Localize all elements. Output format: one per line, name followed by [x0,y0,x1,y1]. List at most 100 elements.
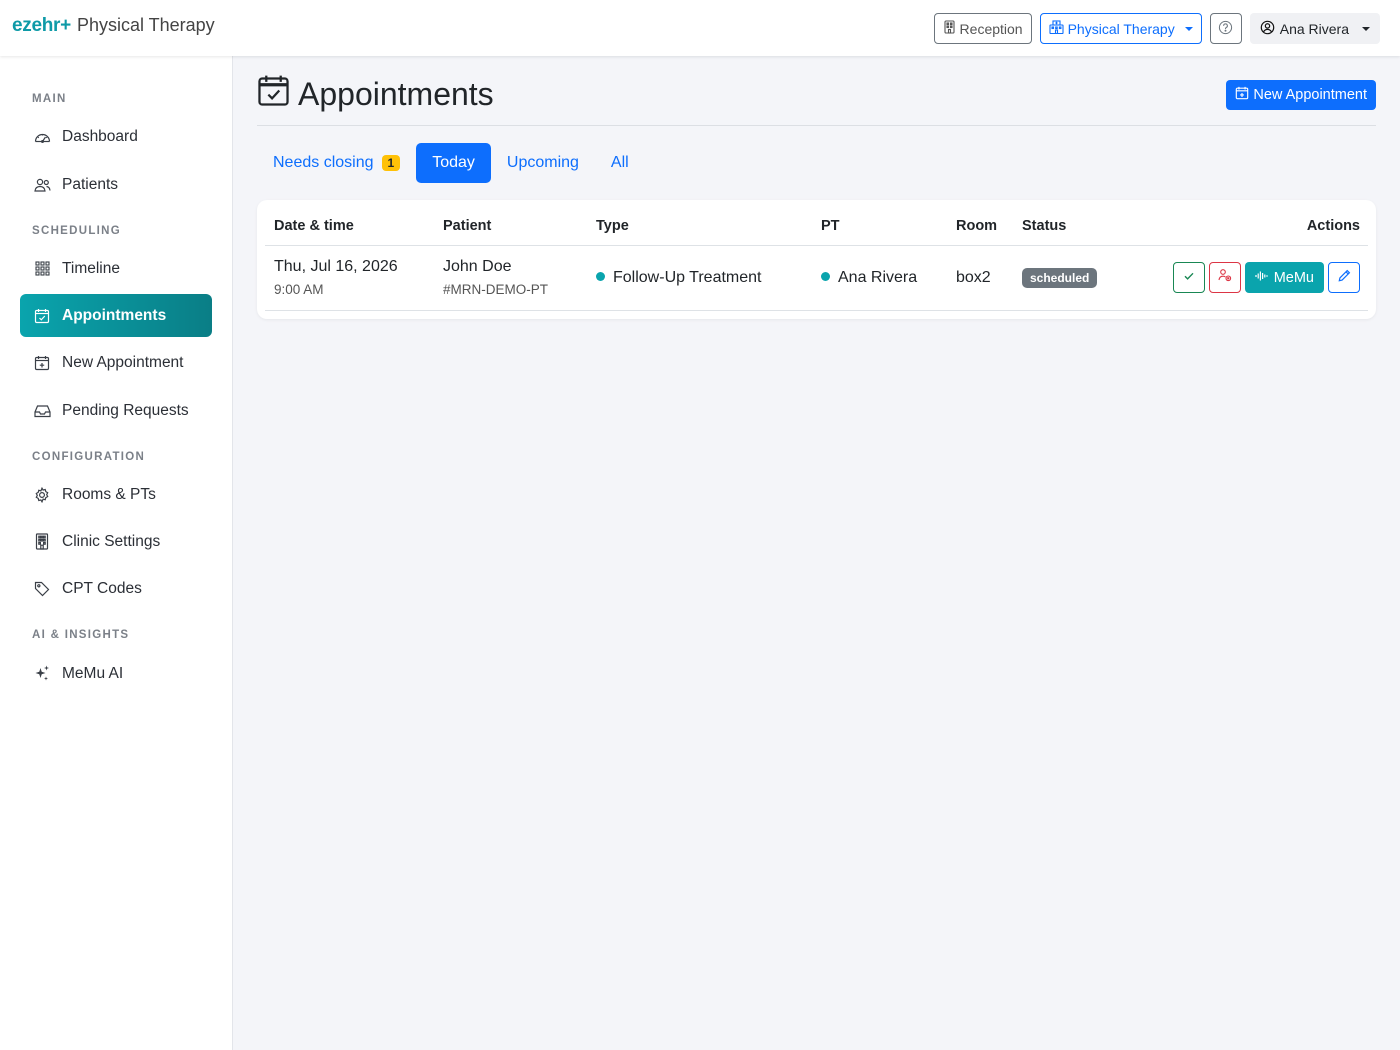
tab-label: All [610,154,629,171]
tab-label: Today [432,154,475,171]
pencil-icon [1338,269,1351,287]
tab-upcoming[interactable]: Upcoming [491,143,595,183]
sidebar-item-label: Clinic Settings [62,532,161,550]
tab-all[interactable]: All [595,143,645,183]
no-show-button[interactable] [1208,262,1241,293]
header-pt[interactable]: PT [821,218,840,234]
memu-button[interactable]: MeMu [1244,262,1324,293]
header-datetime[interactable]: Date & time [274,218,354,234]
header-type[interactable]: Type [596,218,629,234]
caret-down-icon [1362,26,1370,31]
help-button[interactable] [1209,13,1242,44]
page-title: Appointments [257,74,494,115]
sidebar-item-label: Pending Requests [62,401,189,419]
header-room[interactable]: Room [956,218,997,234]
sidebar-item-clinic-settings[interactable]: Clinic Settings [20,520,212,563]
section-main: MAIN [32,93,67,105]
appointment-tabs: Needs closing 1 Today Upcoming All [257,143,645,183]
appointments-table: Date & time Patient Type PT Room Status … [257,200,1376,319]
caret-down-icon [1184,26,1193,31]
sidebar-item-label: Timeline [62,259,120,277]
department-label: Physical Therapy [1067,20,1175,37]
top-navbar: ezehr+ Physical Therapy Reception Physic… [0,0,1400,56]
tab-today[interactable]: Today [416,143,491,183]
building-icon [943,20,956,37]
sidebar-item-new-appointment[interactable]: New Appointment [20,341,212,384]
sidebar-item-cpt-codes[interactable]: CPT Codes [20,567,212,610]
row-actions: MeMu [1172,262,1360,293]
brand-logo: ezehr+ [12,15,71,36]
reception-button[interactable]: Reception [933,13,1032,44]
status-badge: scheduled [1022,268,1098,288]
cell-datetime: Thu, Jul 16, 2026 9:00 AM [274,258,398,297]
sidebar-item-label: Patients [62,175,119,193]
sidebar-item-pending-requests[interactable]: Pending Requests [20,389,212,432]
inbox-icon [33,402,51,420]
question-circle-icon [1218,20,1233,38]
sidebar-item-label: Rooms & PTs [62,485,156,503]
appointment-type: Follow-Up Treatment [613,269,762,286]
sidebar-item-label: Dashboard [62,127,138,145]
sidebar: MAIN Dashboard Patients SCHEDULING Timel… [0,56,233,1050]
calendar-check-icon [33,307,51,325]
tab-needs-closing[interactable]: Needs closing 1 [257,143,416,183]
department-dropdown[interactable]: Physical Therapy [1039,13,1202,44]
section-configuration: CONFIGURATION [32,451,146,463]
therapist-name: Ana Rivera [838,269,918,286]
section-ai-insights: AI & INSIGHTS [32,629,130,641]
appointment-date: Thu, Jul 16, 2026 [274,258,398,275]
gear-icon [33,486,51,504]
tag-icon [33,580,51,598]
user-name: Ana Rivera [1279,20,1349,37]
reception-label: Reception [959,20,1023,37]
user-circle-icon [1260,20,1275,38]
sidebar-item-label: MeMu AI [62,664,124,682]
building-icon [33,533,51,551]
sidebar-item-timeline[interactable]: Timeline [20,247,212,290]
cell-type: Follow-Up Treatment [596,269,762,287]
header-status[interactable]: Status [1022,218,1066,234]
patient-name[interactable]: John Doe [443,258,548,276]
brand-app-name: Physical Therapy [76,15,215,35]
sidebar-item-label: New Appointment [62,353,184,371]
cell-patient: John Doe #MRN-DEMO-PT [443,258,548,297]
check-in-button[interactable] [1172,262,1205,293]
soundwave-icon [1255,270,1268,286]
edit-button[interactable] [1328,262,1360,293]
page-title-text: Appointments [298,76,494,112]
cell-pt: Ana Rivera [821,269,917,287]
patient-mrn: #MRN-DEMO-PT [443,282,548,297]
cell-status: scheduled [1022,268,1098,288]
new-appointment-button[interactable]: New Appointment [1226,80,1376,110]
brand[interactable]: ezehr+ Physical Therapy [12,15,215,37]
memu-label: MeMu [1273,269,1314,286]
page-header: Appointments New Appointment [257,74,1376,126]
table-row[interactable]: Thu, Jul 16, 2026 9:00 AM John Doe #MRN-… [265,246,1368,311]
needs-closing-count-badge: 1 [381,155,401,171]
sidebar-item-memu-ai[interactable]: MeMu AI [20,652,212,695]
calendar-plus-icon [33,354,51,372]
table-header: Date & time Patient Type PT Room Status … [265,200,1368,246]
appointment-time: 9:00 AM [274,282,324,297]
check-icon [1183,269,1195,287]
header-patient[interactable]: Patient [443,218,491,234]
new-appointment-label: New Appointment [1253,87,1367,103]
hospital-icon [1049,20,1064,37]
topbar-actions: Reception Physical Therapy Ana Rivera [933,13,1380,44]
sidebar-item-dashboard[interactable]: Dashboard [20,115,212,158]
sidebar-item-label: Appointments [62,306,167,324]
sidebar-item-patients[interactable]: Patients [20,163,212,206]
sidebar-item-appointments[interactable]: Appointments [20,294,212,337]
people-icon [33,176,51,194]
tab-label: Needs closing [273,154,374,171]
sidebar-item-rooms-pts[interactable]: Rooms & PTs [20,473,212,516]
room-name: box2 [956,269,991,286]
sparkles-icon [33,665,51,683]
sidebar-item-label: CPT Codes [62,579,142,597]
person-x-icon [1218,268,1232,287]
calendar-plus-icon [1235,86,1249,104]
pt-color-dot [821,272,830,282]
type-color-dot [596,272,605,282]
user-menu[interactable]: Ana Rivera [1249,13,1380,44]
section-scheduling: SCHEDULING [32,225,122,237]
